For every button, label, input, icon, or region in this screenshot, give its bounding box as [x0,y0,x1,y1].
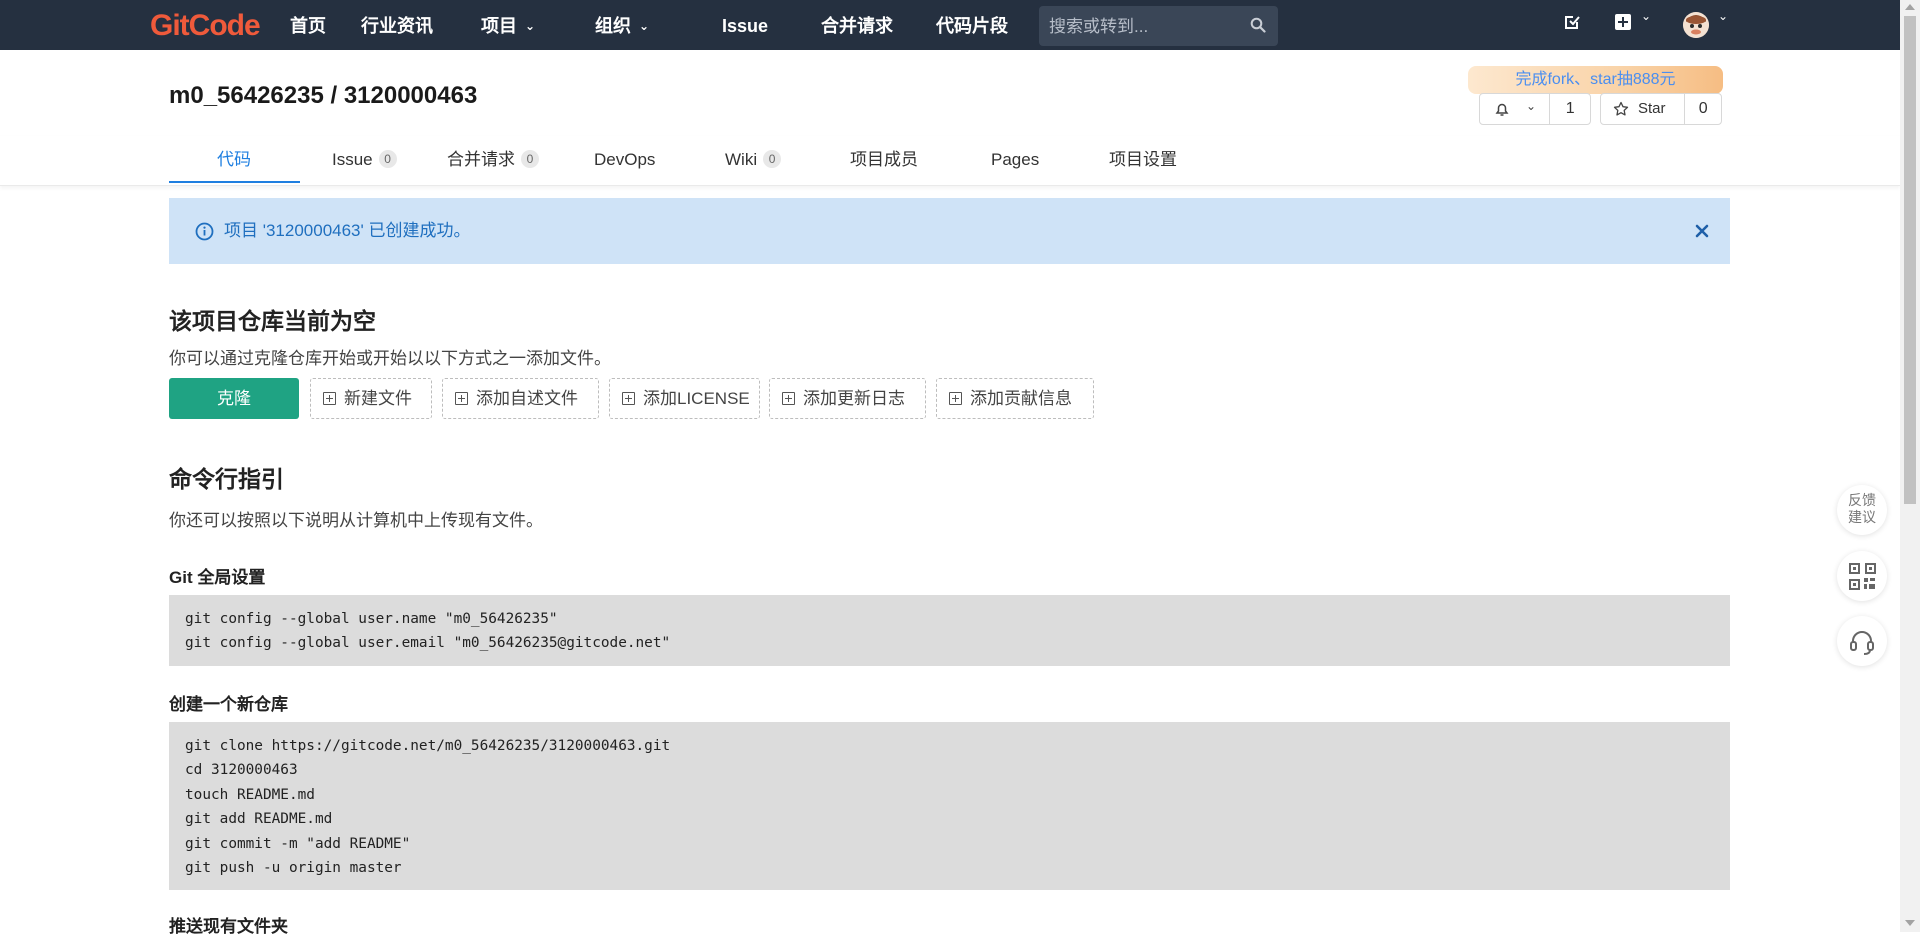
create-new-menu[interactable]: ⌄ [1614,9,1651,36]
clone-button[interactable]: 克隆 [169,378,299,419]
headset-icon [1850,631,1874,655]
tab-merge-requests-label: 合并请求 [447,150,515,169]
tab-code[interactable]: 代码 [217,136,251,184]
chevron-down-icon: ⌄ [639,19,650,33]
cli-heading: 命令行指引 [169,466,284,492]
nav-snippets[interactable]: 代码片段 [936,0,1008,50]
empty-repo-heading: 该项目仓库当前为空 [169,308,376,334]
new-file-button[interactable]: 新建文件 [310,378,432,419]
git-global-settings-heading: Git 全局设置 [169,568,266,587]
user-avatar-icon [1683,12,1709,38]
feedback-label-line2: 建议 [1848,509,1876,525]
cli-description: 你还可以按照以下说明从计算机中上传现有文件。 [169,511,543,530]
chevron-down-icon: ⌄ [1641,9,1652,23]
star-count[interactable]: 0 [1684,94,1721,124]
code-line: git config --global user.email "m0_56426… [185,635,671,652]
star-label: Star [1638,100,1666,117]
push-existing-folder-heading: 推送现有文件夹 [169,917,288,936]
nav-organizations[interactable]: 组织 ⌄ [595,0,649,50]
code-line: git clone https://gitcode.net/m0_5642623… [185,738,671,754]
add-license-button[interactable]: 添加LICENSE [609,378,760,419]
code-line: git push -u origin master [185,860,402,877]
tab-issue[interactable]: Issue 0 [332,136,397,184]
scroll-down-arrow-icon[interactable] [1905,920,1915,926]
code-line: git commit -m "add README" [185,835,411,852]
search-box[interactable] [1039,6,1278,48]
star-group: Star 0 [1600,93,1722,125]
project-title[interactable]: m0_56426235 / 3120000463 [169,82,477,110]
tab-pages[interactable]: Pages [991,136,1039,184]
create-repo-code[interactable]: git clone https://gitcode.net/m0_5642623… [169,722,1730,890]
tab-issue-count: 0 [378,150,397,168]
top-navbar: GitCode 首页 行业资讯 项目 ⌄ 组织 ⌄ Issue 合并请求 代码片段 … [0,0,1900,50]
customer-service-button[interactable] [1837,616,1887,666]
plus-square-icon [622,392,635,405]
notification-button[interactable]: ⌄ [1480,94,1549,124]
create-repo-heading: 创建一个新仓库 [169,695,288,714]
notification-group: ⌄ 1 [1479,93,1591,125]
nav-industry-news[interactable]: 行业资讯 [361,0,433,50]
nav-projects[interactable]: 项目 ⌄ [481,0,535,50]
info-icon [195,222,214,241]
close-icon[interactable] [1690,219,1714,243]
add-contributing-button[interactable]: 添加贡献信息 [936,378,1094,419]
add-license-label: 添加LICENSE [643,389,750,408]
tab-members[interactable]: 项目成员 [850,136,918,184]
promo-banner[interactable]: 完成fork、star抽888元 [1468,66,1723,94]
code-line: touch README.md [185,786,315,803]
alert-message: 项目 '3120000463' 已创建成功。 [224,221,471,240]
tab-merge-requests[interactable]: 合并请求 0 [447,136,539,184]
star-button[interactable]: Star [1601,94,1684,124]
plus-square-icon [782,392,795,405]
nav-merge-requests[interactable]: 合并请求 [821,0,893,50]
qrcode-icon [1848,563,1876,590]
plus-square-icon [455,392,468,405]
success-alert: 项目 '3120000463' 已创建成功。 [169,198,1730,264]
nav-issue[interactable]: Issue [722,0,768,50]
chevron-down-icon: ⌄ [525,19,536,33]
search-icon[interactable] [1250,17,1266,33]
empty-repo-description: 你可以通过克隆仓库开始或开始以以下方式之一添加文件。 [169,349,611,368]
tab-devops[interactable]: DevOps [594,136,655,184]
avatar[interactable] [1683,12,1709,38]
add-readme-button[interactable]: 添加自述文件 [442,378,599,419]
git-global-settings-code[interactable]: git config --global user.name "m0_564262… [169,595,1730,666]
plus-square-icon [323,392,336,405]
page-scrollbar[interactable] [1900,0,1920,932]
tab-wiki-label: Wiki [725,150,758,169]
nav-projects-label: 项目 [481,16,517,36]
plus-square-icon [1615,14,1631,30]
project-tabs: 代码 Issue 0 合并请求 0 DevOps Wiki 0 项目成员 Pages … [0,136,1900,186]
code-line: git config --global user.name "m0_564262… [185,611,558,627]
add-changelog-label: 添加更新日志 [803,389,905,408]
nav-home[interactable]: 首页 [290,0,326,50]
todo-icon[interactable] [1563,13,1581,31]
feedback-button[interactable]: 反馈 建议 [1837,485,1887,535]
active-tab-indicator [169,181,300,183]
scroll-up-arrow-icon[interactable] [1905,4,1915,10]
tab-wiki[interactable]: Wiki 0 [725,136,782,184]
watch-count[interactable]: 1 [1549,94,1590,124]
tab-issue-label: Issue [332,150,373,169]
new-file-label: 新建文件 [344,389,412,408]
tab-wiki-count: 0 [763,150,782,168]
plus-square-icon [949,392,962,405]
qrcode-button[interactable] [1837,551,1887,601]
tab-settings[interactable]: 项目设置 [1109,136,1177,184]
search-input[interactable] [1039,6,1251,48]
add-contributing-label: 添加贡献信息 [970,389,1072,408]
nav-organizations-label: 组织 [595,16,631,36]
bell-icon [1495,103,1509,116]
star-icon [1613,101,1629,116]
tab-merge-requests-count: 0 [521,150,539,168]
code-line: git add README.md [185,811,333,828]
add-readme-label: 添加自述文件 [476,389,578,408]
chevron-down-icon[interactable]: ⌄ [1718,9,1728,23]
chevron-down-icon: ⌄ [1526,99,1537,113]
add-changelog-button[interactable]: 添加更新日志 [769,378,926,419]
feedback-label-line1: 反馈 [1848,492,1876,508]
gitcode-logo[interactable]: GitCode [150,9,261,43]
code-line: cd 3120000463 [185,762,298,779]
scrollbar-thumb[interactable] [1904,16,1916,504]
